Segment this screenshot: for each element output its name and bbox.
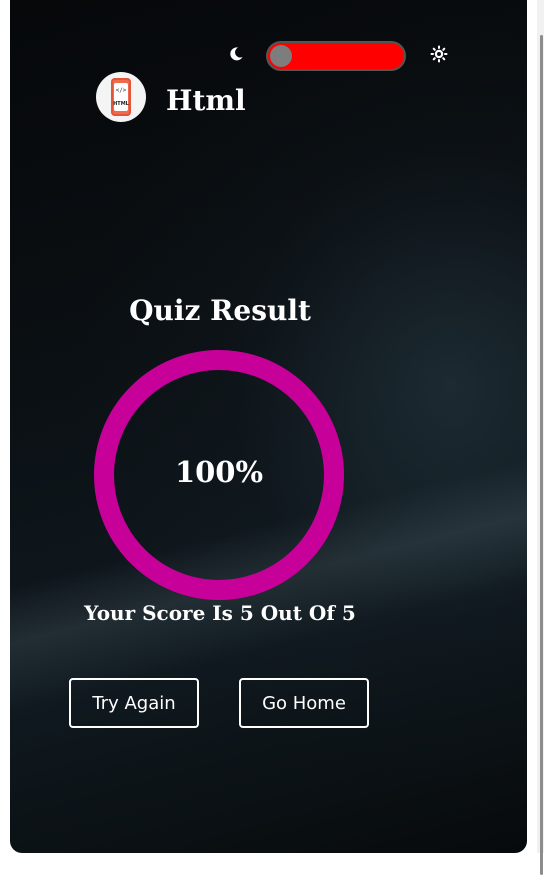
html-logo-icon: </> HTML <box>96 72 146 122</box>
toggle-knob[interactable] <box>270 45 292 67</box>
sun-icon[interactable] <box>430 45 448 63</box>
result-title: Quiz Result <box>129 294 311 327</box>
quiz-name: Html <box>166 84 246 117</box>
moon-icon[interactable] <box>227 45 245 63</box>
go-home-button[interactable]: Go Home <box>239 678 369 728</box>
score-percent: 100% <box>174 455 264 489</box>
score-text: Your Score Is 5 Out Of 5 <box>84 601 356 625</box>
logo-label: HTML <box>113 101 129 107</box>
try-again-button[interactable]: Try Again <box>69 678 199 728</box>
scrollbar-thumb[interactable] <box>540 35 543 875</box>
logo-code-glyph: </> <box>115 87 127 94</box>
theme-toggle-switch[interactable] <box>266 41 406 71</box>
